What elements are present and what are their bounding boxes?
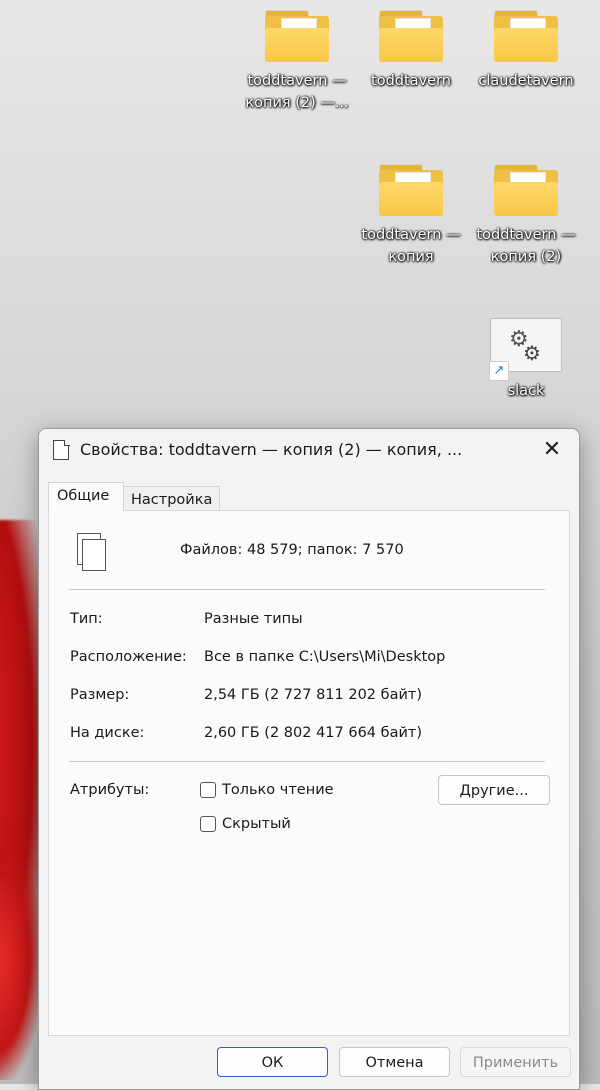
disk-size-value: 2,60 ГБ (2 802 417 664 байт) — [204, 725, 422, 741]
divider — [69, 589, 545, 590]
location-value: Все в папке C:\Users\Mi\Desktop — [204, 649, 446, 665]
shortcut-arrow-icon: ↗ — [489, 361, 509, 381]
desktop-icon-label: slack — [507, 383, 545, 399]
dialog-title: Свойства: toddtavern — копия (2) — копия… — [80, 440, 463, 459]
folder-icon — [494, 10, 558, 62]
cancel-button[interactable]: Отмена — [339, 1047, 450, 1077]
hidden-label: Скрытый — [222, 816, 291, 832]
multiple-files-icon — [77, 533, 107, 571]
folder-icon: { } — [265, 10, 329, 62]
desktop-icon-label: toddtavern — [371, 73, 451, 89]
tab-customize[interactable]: Настройка — [122, 486, 220, 513]
properties-dialog: Свойства: toddtavern — копия (2) — копия… — [38, 428, 580, 1090]
settings-gear-icon: ⚙ ⚙ ↗ — [489, 318, 562, 381]
desktop-shortcut-slack[interactable]: ⚙ ⚙ ↗ slack — [466, 318, 586, 402]
desktop-icon-label: toddtavern — копия (2) —... — [245, 73, 349, 111]
advanced-attributes-button[interactable]: Другие... — [438, 775, 550, 805]
desktop-folder-icon[interactable]: claudetavern — [466, 10, 586, 92]
ok-button[interactable]: ОК — [217, 1047, 328, 1077]
size-value: 2,54 ГБ (2 727 811 202 байт) — [204, 687, 422, 703]
summary-text: Файлов: 48 579; папок: 7 570 — [180, 542, 404, 558]
tab-general[interactable]: Общие — [48, 482, 124, 511]
desktop-folder-icon[interactable]: { } toddtavern — копия — [351, 164, 471, 268]
readonly-label: Только чтение — [222, 782, 334, 798]
folder-icon: { } — [494, 164, 558, 216]
desktop-folder-icon[interactable]: { } toddtavern — копия (2) —... — [237, 10, 357, 114]
desktop-folder-icon[interactable]: { } toddtavern — копия (2) — [466, 164, 586, 268]
disk-size-label: На диске: — [70, 725, 145, 741]
desktop-icon-label: toddtavern — копия — [361, 227, 461, 265]
hidden-checkbox[interactable]: Скрытый — [200, 816, 291, 832]
size-label: Размер: — [70, 687, 130, 703]
desktop-folder-icon[interactable]: toddtavern — [351, 10, 471, 92]
readonly-checkbox[interactable]: Только чтение — [200, 782, 334, 798]
attributes-label: Атрибуты: — [70, 782, 150, 798]
folder-icon: { } — [379, 164, 443, 216]
tab-panel-general: Файлов: 48 579; папок: 7 570 Тип: Разные… — [48, 510, 570, 1036]
wallpaper-red-shape — [0, 840, 40, 1080]
type-value: Разные типы — [204, 611, 303, 627]
desktop-icon-label: toddtavern — копия (2) — [476, 227, 576, 265]
checkbox-box[interactable] — [200, 816, 216, 832]
divider — [69, 761, 545, 762]
document-icon — [53, 439, 70, 460]
close-button[interactable]: ✕ — [539, 437, 565, 463]
checkbox-box[interactable] — [200, 782, 216, 798]
dialog-titlebar[interactable]: Свойства: toddtavern — копия (2) — копия… — [39, 429, 579, 473]
location-label: Расположение: — [70, 649, 187, 665]
folder-icon — [379, 10, 443, 62]
desktop-icon-label: claudetavern — [478, 73, 574, 89]
type-label: Тип: — [70, 611, 103, 627]
apply-button[interactable]: Применить — [460, 1047, 571, 1077]
